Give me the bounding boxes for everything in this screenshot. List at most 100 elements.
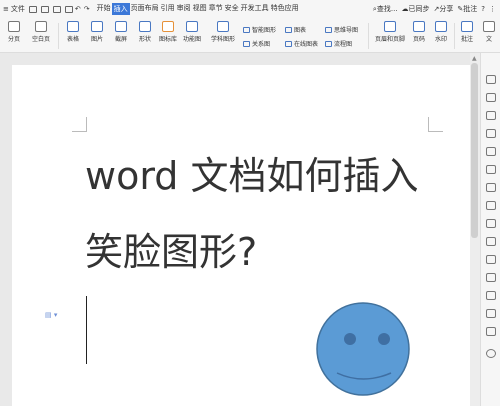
tab-view[interactable]: 视图 xyxy=(192,3,208,15)
function-chart-label: 功能图 xyxy=(182,36,201,43)
tab-security[interactable]: 安全 xyxy=(224,3,240,15)
watermark-button[interactable]: 水印 xyxy=(431,18,451,43)
icon-library-button[interactable]: 图标库 xyxy=(157,18,179,43)
mindmap-icon xyxy=(325,26,332,33)
page-number-button[interactable]: 页码 xyxy=(409,18,429,43)
mindmap-button[interactable]: 思维导图 xyxy=(325,25,358,34)
table-icon xyxy=(67,21,79,32)
science-shape-icon xyxy=(217,21,229,32)
text-box-icon xyxy=(483,21,495,32)
icon-library-icon xyxy=(162,21,174,32)
style-icon[interactable] xyxy=(486,111,496,120)
comment-label: 批注 xyxy=(463,5,478,13)
sync-button[interactable]: ☁已同步 xyxy=(402,4,430,14)
blank-page-button[interactable]: 空白页 xyxy=(28,18,54,43)
save-icon[interactable] xyxy=(28,5,37,13)
chart-icon[interactable] xyxy=(486,183,496,192)
document-canvas: word 文档如何插入 笑脸图形? ▤ ▾ xyxy=(0,53,470,406)
relation-label: 关系图 xyxy=(252,41,271,48)
tab-review[interactable]: 审阅 xyxy=(176,3,192,15)
tab-insert[interactable]: 插入 xyxy=(111,3,130,15)
smiley-shape[interactable] xyxy=(315,301,411,397)
layers-icon[interactable] xyxy=(486,273,496,282)
function-chart-button[interactable]: 功能图 xyxy=(180,18,204,43)
watermark-label: 水印 xyxy=(434,36,447,43)
more-icon[interactable]: ⋮ xyxy=(489,5,496,13)
print-icon[interactable] xyxy=(52,5,61,13)
help-icon[interactable] xyxy=(486,349,496,358)
blank-page-label: 空白页 xyxy=(31,36,50,43)
edit-icon[interactable] xyxy=(486,75,496,84)
shape-format-icon[interactable] xyxy=(486,129,496,138)
chart-label: 图表 xyxy=(294,27,307,34)
smart-shape-icon xyxy=(243,26,250,33)
tab-home[interactable]: 开始 xyxy=(96,3,112,15)
page-number-icon xyxy=(413,21,425,32)
backup-icon[interactable] xyxy=(486,309,496,318)
smiley-right-eye xyxy=(378,333,390,345)
scroll-up-icon[interactable]: ▲ xyxy=(472,55,477,62)
comment-button[interactable]: ✎批注 xyxy=(457,4,477,14)
comment-ribbon-button[interactable]: 批注 xyxy=(457,18,477,43)
translate-icon[interactable] xyxy=(486,219,496,228)
paragraph-layout-icon[interactable]: ▤ ▾ xyxy=(45,311,57,319)
header-footer-icon xyxy=(384,21,396,32)
function-chart-icon xyxy=(186,21,198,32)
vertical-scrollbar[interactable]: ▲ xyxy=(470,53,480,406)
export-icon[interactable] xyxy=(40,5,49,13)
header-footer-label: 页眉和页脚 xyxy=(374,36,405,43)
picture-icon[interactable] xyxy=(486,165,496,174)
shapes-label: 形状 xyxy=(138,36,151,43)
selection-icon[interactable] xyxy=(486,93,496,102)
chart-button[interactable]: 图表 xyxy=(285,25,306,34)
export-icon[interactable] xyxy=(486,237,496,246)
tab-features[interactable]: 特色应用 xyxy=(270,3,300,15)
shapes-button[interactable]: 形状 xyxy=(134,18,156,43)
screenshot-button[interactable]: 截屏 xyxy=(110,18,132,43)
table-icon[interactable] xyxy=(486,147,496,156)
undo-icon[interactable]: ↶ xyxy=(75,5,81,13)
document-heading-line-1: word 文档如何插入 xyxy=(85,154,419,198)
text-button[interactable]: 文 xyxy=(481,18,497,43)
tab-page-layout[interactable]: 页面布局 xyxy=(130,3,160,15)
history-icon[interactable] xyxy=(486,327,496,336)
search-button[interactable]: ⌕查找... xyxy=(373,4,398,14)
file-menu-label: 文件 xyxy=(10,5,25,13)
help-button[interactable]: ? xyxy=(481,5,485,13)
print-icon[interactable] xyxy=(486,255,496,264)
margin-corner-marker xyxy=(428,117,443,132)
share-button[interactable]: ↗分享 xyxy=(434,4,454,14)
online-chart-label: 在线图表 xyxy=(294,41,319,48)
image-icon[interactable] xyxy=(486,291,496,300)
main-menu-button[interactable]: ≡ 文件 xyxy=(3,4,27,14)
page-number-label: 页码 xyxy=(412,36,425,43)
sync-label: 已同步 xyxy=(408,5,430,13)
picture-button[interactable]: 图片 xyxy=(86,18,108,43)
document-page[interactable]: word 文档如何插入 笑脸图形? ▤ ▾ xyxy=(12,65,470,406)
header-footer-button[interactable]: 页眉和页脚 xyxy=(372,18,408,43)
ribbon-divider xyxy=(454,23,455,49)
science-shape-button[interactable]: 学科图形 xyxy=(207,18,239,43)
tab-references[interactable]: 引用 xyxy=(160,3,176,15)
tab-section[interactable]: 章节 xyxy=(208,3,224,15)
ribbon-toolbar: 分页 空白页 表格 图片 截屏 形状 图标库 功能图 学科图形 智能图形 关系图 xyxy=(0,18,500,53)
smart-shape-button[interactable]: 智能图形 xyxy=(243,25,276,34)
blank-page-icon xyxy=(35,21,47,32)
smiley-face xyxy=(316,302,410,396)
shapes-icon xyxy=(139,21,151,32)
document-icon[interactable] xyxy=(486,201,496,210)
flowchart-button[interactable]: 流程图 xyxy=(325,39,352,48)
preview-icon[interactable] xyxy=(64,5,73,13)
margin-corner-marker xyxy=(72,117,87,132)
online-chart-icon xyxy=(285,40,292,47)
scrollbar-thumb[interactable] xyxy=(471,63,478,238)
page-break-button[interactable]: 分页 xyxy=(3,18,25,43)
mindmap-label: 思维导图 xyxy=(334,27,359,34)
table-button[interactable]: 表格 xyxy=(62,18,84,43)
redo-icon[interactable]: ↷ xyxy=(84,5,90,13)
relation-button[interactable]: 关系图 xyxy=(243,39,270,48)
comment-ribbon-label: 批注 xyxy=(460,36,473,43)
online-chart-button[interactable]: 在线图表 xyxy=(285,39,318,48)
tab-developer[interactable]: 开发工具 xyxy=(240,3,270,15)
watermark-icon xyxy=(435,21,447,32)
